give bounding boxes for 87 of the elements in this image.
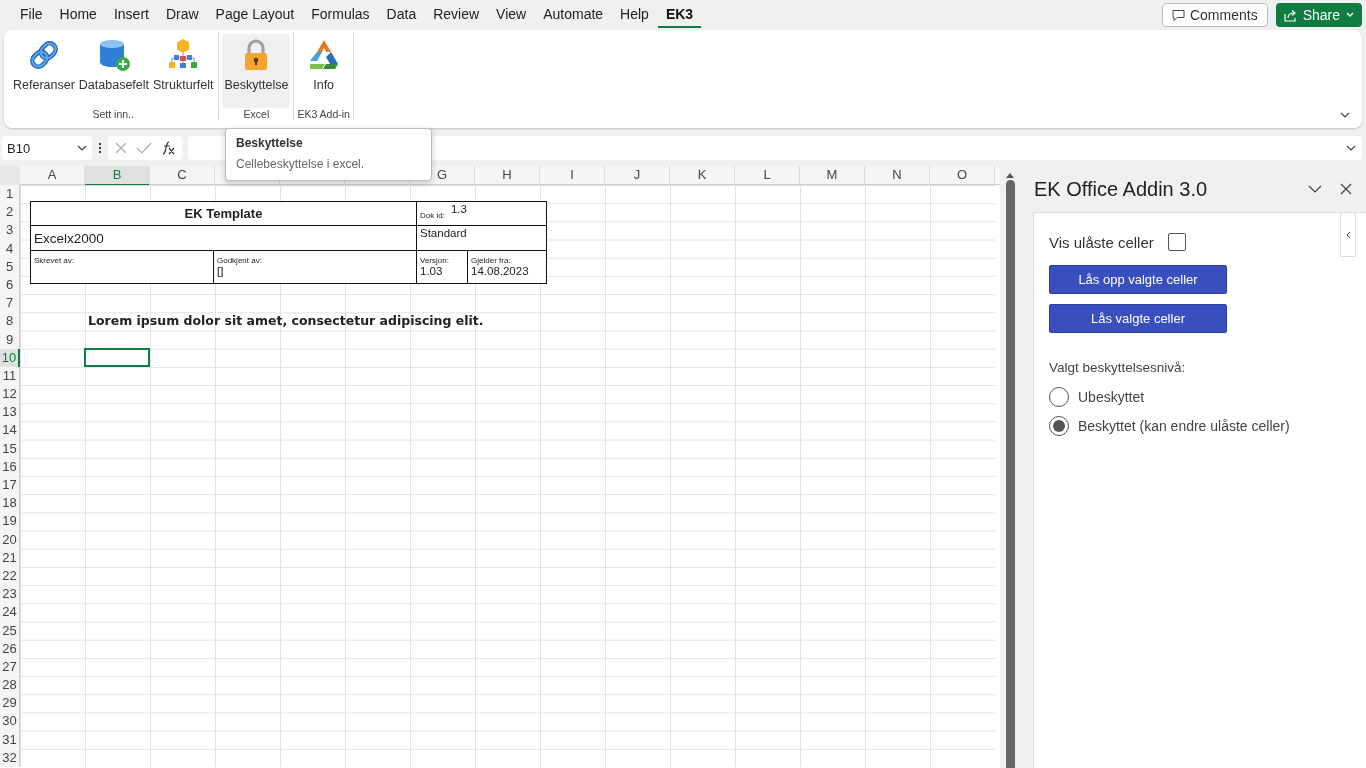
template-title: EK Template bbox=[183, 206, 264, 221]
share-button[interactable]: Share bbox=[1275, 3, 1362, 27]
field-value: 1.03 bbox=[420, 265, 444, 277]
row-header[interactable]: 28 bbox=[0, 676, 20, 695]
ribbon-button[interactable]: Info bbox=[304, 34, 343, 108]
scrollbar-thumb[interactable] bbox=[1005, 180, 1015, 768]
comments-button[interactable]: Comments bbox=[1161, 3, 1268, 27]
ribbon-button[interactable]: Strukturfelt bbox=[151, 34, 216, 108]
menu-tab[interactable]: Data bbox=[378, 2, 425, 28]
menu-tab[interactable]: File bbox=[12, 2, 51, 28]
tooltip-text: Cellebeskyttelse i excel. bbox=[236, 157, 366, 171]
group-label: Excel bbox=[243, 108, 270, 120]
more-icon[interactable] bbox=[98, 142, 102, 154]
comment-icon bbox=[1171, 8, 1185, 22]
field-value: 1.3 bbox=[450, 203, 467, 215]
checkbox-label: Vis ulåste celler bbox=[1049, 233, 1154, 251]
menu-tab[interactable]: Automate bbox=[535, 2, 612, 28]
chevron-down-icon bbox=[1346, 145, 1356, 151]
ribbon-button[interactable]: Referanser bbox=[11, 34, 77, 108]
column-header[interactable]: K bbox=[670, 166, 735, 186]
row-header[interactable]: 7 bbox=[0, 294, 20, 313]
menu-tab[interactable]: Review bbox=[425, 2, 488, 28]
share-icon bbox=[1283, 8, 1297, 22]
column-header[interactable]: C bbox=[150, 166, 215, 186]
field-label: Skrevet av: bbox=[34, 256, 75, 265]
menu-tab[interactable]: View bbox=[488, 2, 535, 28]
row-header[interactable]: 24 bbox=[0, 603, 20, 622]
row-header[interactable]: 1 bbox=[0, 185, 20, 204]
field-label: Dok id: bbox=[420, 211, 445, 220]
row-header[interactable]: 29 bbox=[0, 694, 20, 713]
name-box[interactable]: B10 bbox=[2, 136, 92, 160]
menu-tab[interactable]: Draw bbox=[157, 2, 207, 28]
cell-text: Lorem ipsum dolor sit amet, consectetur adipiscing elit. bbox=[87, 312, 485, 331]
chevron-left-icon bbox=[1345, 230, 1351, 239]
field-value: [] bbox=[217, 265, 225, 277]
row-header[interactable]: 2 bbox=[0, 203, 20, 222]
chevron-down-icon[interactable] bbox=[1308, 185, 1322, 193]
row-header[interactable]: 19 bbox=[0, 512, 20, 531]
row-header[interactable]: 23 bbox=[0, 585, 20, 604]
menu-tab[interactable]: Home bbox=[51, 2, 105, 28]
row-header[interactable]: 18 bbox=[0, 494, 20, 513]
field-label: Versjon: bbox=[420, 256, 450, 265]
row-header[interactable]: 8 bbox=[0, 312, 20, 331]
column-header[interactable]: I bbox=[540, 166, 605, 186]
caret-icon bbox=[1346, 12, 1354, 18]
field-label: Gjelder fra: bbox=[471, 256, 512, 265]
function-icon[interactable] bbox=[160, 140, 176, 156]
selected-cell[interactable] bbox=[84, 347, 150, 367]
field-value: 14.08.2023 bbox=[471, 265, 530, 277]
row-header[interactable]: 12 bbox=[0, 385, 20, 404]
check-icon[interactable] bbox=[136, 141, 152, 155]
action-button[interactable]: Lås valgte celler bbox=[1049, 304, 1227, 333]
menu-tab[interactable]: Help bbox=[612, 2, 657, 28]
checkbox[interactable] bbox=[1167, 233, 1186, 251]
row-header[interactable]: 13 bbox=[0, 403, 20, 422]
group-label: EK3 Add-in bbox=[297, 108, 350, 120]
column-header[interactable]: H bbox=[475, 166, 540, 186]
tooltip-title: Beskyttelse bbox=[236, 136, 304, 150]
chevron-down-icon bbox=[77, 145, 87, 151]
menu-tab[interactable]: EK3 bbox=[657, 2, 702, 28]
column-header[interactable]: O bbox=[930, 166, 995, 186]
column-header[interactable]: L bbox=[735, 166, 800, 186]
action-button[interactable]: Lås opp valgte celler bbox=[1049, 265, 1227, 294]
field-label: Godkjent av: bbox=[217, 256, 263, 265]
row-header[interactable]: 14 bbox=[0, 421, 20, 440]
field-value: Standard bbox=[420, 227, 468, 239]
column-header[interactable]: N bbox=[865, 166, 930, 186]
chevron-down-icon[interactable] bbox=[1340, 112, 1350, 118]
column-header[interactable]: B bbox=[85, 166, 150, 186]
row-header[interactable]: 17 bbox=[0, 476, 20, 495]
column-header[interactable]: M bbox=[800, 166, 865, 186]
ribbon-button[interactable]: Databasefelt bbox=[76, 34, 152, 108]
menu-tab[interactable]: Page Layout bbox=[207, 2, 303, 28]
column-header[interactable]: J bbox=[605, 166, 670, 186]
close-icon[interactable] bbox=[1340, 183, 1352, 195]
row-header[interactable]: 3 bbox=[0, 221, 20, 240]
ribbon-button[interactable]: Beskyttelse bbox=[222, 34, 291, 108]
group-label: Sett inn.. bbox=[92, 108, 134, 120]
radio-label: Ubeskyttet bbox=[1078, 389, 1145, 405]
radio-label: Beskyttet (kan endre ulåste celler) bbox=[1078, 418, 1290, 434]
pane-title: EK Office Addin 3.0 bbox=[1034, 177, 1209, 201]
document-name: Excelx2000 bbox=[34, 230, 105, 246]
radio-group-label: Valgt beskyttelsesnivå: bbox=[1049, 360, 1186, 375]
menu-tab[interactable]: Formulas bbox=[303, 2, 378, 28]
scroll-up-icon[interactable] bbox=[1006, 172, 1014, 178]
row-header[interactable]: 30 bbox=[0, 712, 20, 731]
menu-tab[interactable]: Insert bbox=[105, 2, 157, 28]
